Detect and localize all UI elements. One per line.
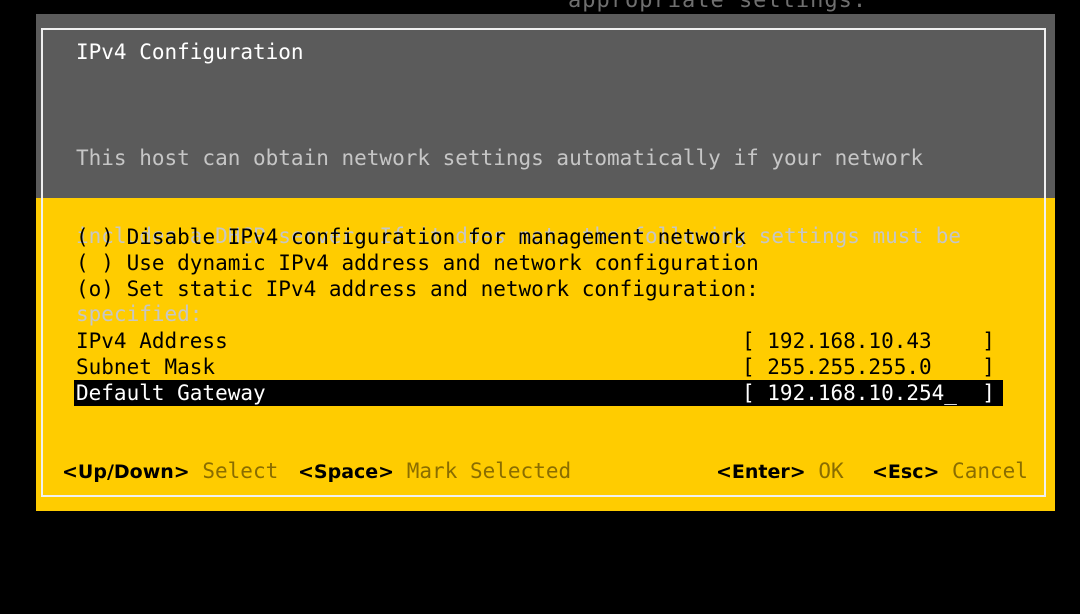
ipv4-address-input[interactable]: [ 192.168.10.43 ] <box>742 328 995 354</box>
option-dynamic-ipv4[interactable]: ( ) Use dynamic IPv4 address and network… <box>76 250 759 276</box>
radio-marker[interactable]: ( ) <box>76 251 114 275</box>
key-hints-footer: <Up/Down> Select <Space> Mark Selected <… <box>62 458 1029 614</box>
option-label: Use dynamic IPv4 address and network con… <box>126 251 759 275</box>
background-text: appropriate settings. <box>568 0 868 13</box>
ipv4-configuration-dialog: IPv4 Configuration This host can obtain … <box>36 14 1055 511</box>
subnet-mask-row[interactable]: Subnet Mask [ 255.255.255.0 ] <box>74 354 1003 380</box>
option-disable-ipv4[interactable]: ( ) Disable IPv4 configuration for manag… <box>76 224 759 250</box>
ipv4-address-label: IPv4 Address <box>76 329 228 353</box>
space-hint[interactable]: <Space> Mark Selected <box>298 458 571 485</box>
description-line: This host can obtain network settings au… <box>76 146 924 170</box>
enter-key: <Enter> <box>716 461 806 483</box>
ipv4-address-row[interactable]: IPv4 Address [ 192.168.10.43 ] <box>74 328 1003 354</box>
default-gateway-label: Default Gateway <box>76 381 266 405</box>
ok-button[interactable]: <Enter> OK <box>716 458 844 485</box>
dialog-title: IPv4 Configuration <box>76 40 304 64</box>
radio-marker[interactable]: ( ) <box>76 225 114 249</box>
option-label: Set static IPv4 address and network conf… <box>126 277 759 301</box>
updown-action: Select <box>202 459 279 483</box>
ok-action: OK <box>818 459 844 483</box>
updown-key: <Up/Down> <box>62 461 190 483</box>
default-gateway-row[interactable]: Default Gateway [ 192.168.10.254_ ] <box>74 380 1003 406</box>
updown-hint[interactable]: <Up/Down> Select <box>62 458 278 485</box>
description-line: specified: <box>76 302 203 326</box>
cancel-action: Cancel <box>952 459 1028 483</box>
subnet-mask-input[interactable]: [ 255.255.255.0 ] <box>742 354 995 380</box>
space-key: <Space> <box>298 461 395 483</box>
esc-key: <Esc> <box>872 461 940 483</box>
option-static-ipv4[interactable]: (o) Set static IPv4 address and network … <box>76 276 759 302</box>
static-ip-fields: IPv4 Address [ 192.168.10.43 ] Subnet Ma… <box>74 328 1003 406</box>
ipv4-mode-options: ( ) Disable IPv4 configuration for manag… <box>76 224 759 302</box>
default-gateway-input[interactable]: [ 192.168.10.254_ ] <box>742 380 995 406</box>
space-action: Mark Selected <box>406 459 572 483</box>
option-label: Disable IPv4 configuration for managemen… <box>126 225 747 249</box>
radio-marker[interactable]: (o) <box>76 277 114 301</box>
cancel-button[interactable]: <Esc> Cancel <box>872 458 1028 485</box>
subnet-mask-label: Subnet Mask <box>76 355 216 379</box>
